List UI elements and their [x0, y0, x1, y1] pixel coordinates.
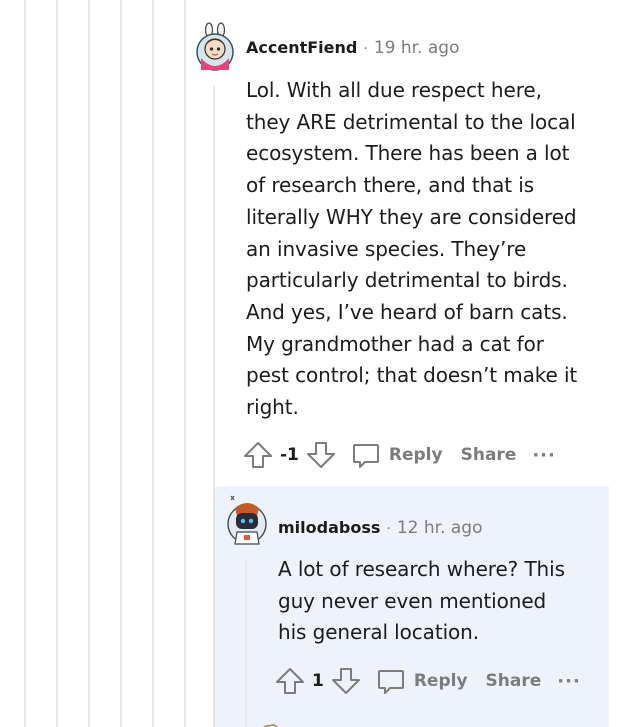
avatar[interactable]	[193, 22, 237, 72]
reply-label: Reply	[413, 671, 468, 691]
upvote-arrow-icon[interactable]	[274, 665, 306, 697]
comment-text-line: particularly detrimental to birds.	[246, 268, 568, 293]
downvote-arrow-icon[interactable]	[305, 439, 337, 471]
speech-bubble-icon	[351, 440, 381, 470]
comment-text-line: right.	[246, 395, 299, 420]
reply-label: Reply	[388, 445, 443, 465]
comment-action-bar: -1 Reply Share ···	[242, 438, 556, 472]
thread-line-5[interactable]	[152, 0, 154, 727]
share-button[interactable]: Share	[461, 445, 517, 465]
vote-score: 1	[312, 671, 324, 691]
comment-text-line: of research there, and that is	[246, 173, 535, 198]
meta-separator: ·	[363, 41, 368, 57]
comment-text-line: And yes, I’ve heard of barn cats.	[246, 299, 568, 324]
ellipsis-icon[interactable]: ···	[557, 671, 581, 692]
comment-body: Lol. With all due respect here, they ARE…	[246, 75, 626, 424]
speech-bubble-icon	[376, 666, 406, 696]
reply-button[interactable]: Reply	[351, 440, 443, 470]
author-username[interactable]: milodaboss	[278, 518, 380, 537]
comment-meta: milodaboss · 12 hr. ago	[278, 518, 482, 538]
comment-text-line: literally WHY they are considered	[246, 204, 577, 229]
comment-text-line: Lol. With all due respect here,	[246, 78, 542, 102]
comment-timestamp[interactable]: 19 hr. ago	[374, 38, 460, 58]
comment-text-line: My grandmother had a cat for	[246, 331, 544, 356]
meta-separator: ·	[386, 521, 391, 537]
comment-meta: AccentFiend · 19 hr. ago	[246, 38, 459, 58]
ellipsis-icon[interactable]: ···	[532, 445, 556, 466]
avatar[interactable]	[225, 494, 269, 550]
author-username[interactable]: AccentFiend	[246, 38, 357, 57]
thread-line-6[interactable]	[184, 0, 186, 727]
comment-text-line: they ARE detrimental to the local	[246, 109, 576, 134]
comment-text-line: A lot of research where? This	[278, 557, 565, 581]
comment-text-line: ecosystem. There has been a lot	[246, 141, 570, 166]
thread-line-3[interactable]	[88, 0, 90, 727]
comment-body: A lot of research where? This guy never …	[278, 554, 608, 649]
downvote-arrow-icon[interactable]	[330, 665, 362, 697]
thread-line-2[interactable]	[56, 0, 58, 727]
avatar[interactable]	[258, 717, 286, 727]
comment-timestamp[interactable]: 12 hr. ago	[397, 518, 483, 538]
comment-collapse-line[interactable]	[245, 560, 247, 727]
comment-text-line: his general location.	[278, 620, 479, 645]
thread-line-4[interactable]	[120, 0, 122, 727]
share-button[interactable]: Share	[486, 671, 542, 691]
vote-score: -1	[280, 445, 299, 465]
comment-action-bar: 1 Reply Share ···	[274, 664, 581, 698]
thread-line-1[interactable]	[24, 0, 26, 727]
reply-button[interactable]: Reply	[376, 666, 468, 696]
comment-text-line: an invasive species. They’re	[246, 236, 527, 261]
upvote-arrow-icon[interactable]	[242, 439, 274, 471]
comment-text-line: pest control; that doesn’t make it	[246, 363, 578, 388]
comment-text-line: guy never even mentioned	[278, 588, 547, 613]
